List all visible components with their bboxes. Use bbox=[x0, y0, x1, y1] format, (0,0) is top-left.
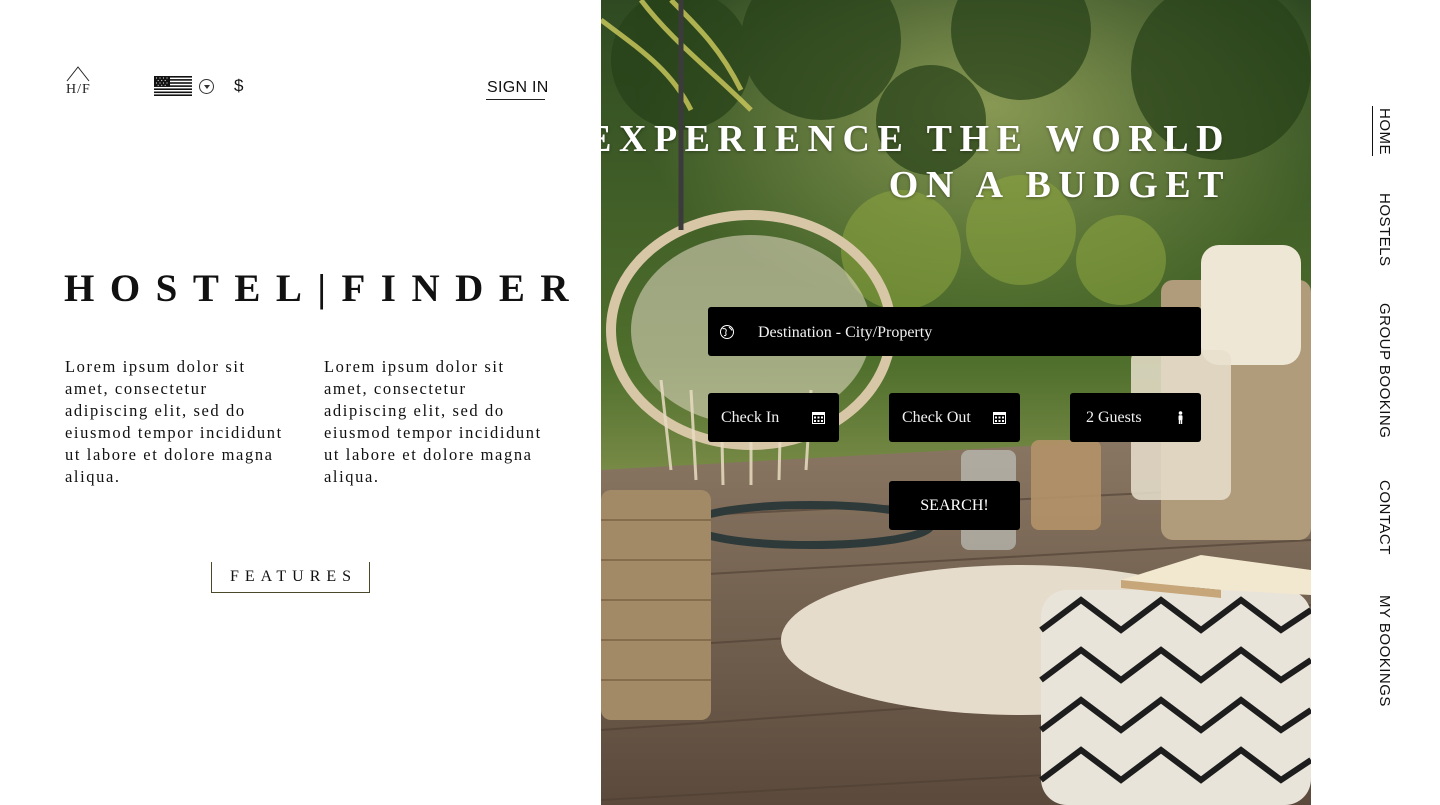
intro-paragraph-two: Lorem ipsum dolor sit amet, consectetur … bbox=[324, 357, 542, 486]
roof-icon bbox=[66, 66, 90, 82]
sign-in-link[interactable]: SIGN IN bbox=[487, 79, 549, 97]
hero-title-line-2: ON A BUDGET bbox=[888, 164, 1231, 206]
check-in-label: Check In bbox=[721, 409, 780, 426]
chevron-down-circle-icon[interactable] bbox=[199, 79, 214, 94]
logo[interactable]: H/F bbox=[64, 66, 94, 98]
person-icon bbox=[1178, 411, 1183, 424]
globe-icon bbox=[720, 325, 734, 339]
guests-label: 2 Guests bbox=[1086, 409, 1142, 426]
search-button[interactable]: SEARCH! bbox=[889, 481, 1020, 530]
destination-placeholder: Destination - City/Property bbox=[758, 324, 933, 341]
vertical-nav: HOME HOSTELS GROUP BOOKING CONTACT MY BO… bbox=[1372, 0, 1412, 805]
logo-text: H/F bbox=[66, 82, 91, 97]
check-out-label: Check Out bbox=[902, 409, 971, 426]
intro-paragraph-one: Lorem ipsum dolor sit amet, consectetur … bbox=[65, 357, 283, 486]
hero-title: EXPERIENCE THE WORLD ON A BUDGET bbox=[601, 116, 1231, 208]
nav-item-contact[interactable]: CONTACT bbox=[1376, 480, 1393, 555]
nav-item-group-booking[interactable]: GROUP BOOKING bbox=[1376, 303, 1393, 438]
check-in-button[interactable]: Check In bbox=[708, 393, 839, 442]
active-nav-indicator bbox=[1372, 106, 1373, 156]
nav-item-hostels[interactable]: HOSTELS bbox=[1376, 193, 1393, 267]
check-out-button[interactable]: Check Out bbox=[889, 393, 1020, 442]
calendar-icon bbox=[993, 412, 1006, 424]
features-button[interactable]: FEATURES bbox=[211, 562, 370, 593]
us-flag-icon[interactable] bbox=[154, 76, 192, 96]
currency-selector[interactable]: $ bbox=[234, 76, 243, 96]
brand-title: HOSTEL|FINDER bbox=[64, 267, 584, 310]
nav-item-my-bookings[interactable]: MY BOOKINGS bbox=[1376, 595, 1393, 707]
hero-image-panel: EXPERIENCE THE WORLD ON A BUDGET Destina… bbox=[601, 0, 1311, 805]
calendar-icon bbox=[812, 412, 825, 424]
destination-input[interactable]: Destination - City/Property bbox=[708, 307, 1201, 356]
guests-selector[interactable]: 2 Guests bbox=[1070, 393, 1201, 442]
nav-item-home[interactable]: HOME bbox=[1376, 108, 1393, 155]
hero-title-line-1: EXPERIENCE THE WORLD bbox=[601, 118, 1231, 160]
sign-in-underline bbox=[486, 99, 545, 100]
